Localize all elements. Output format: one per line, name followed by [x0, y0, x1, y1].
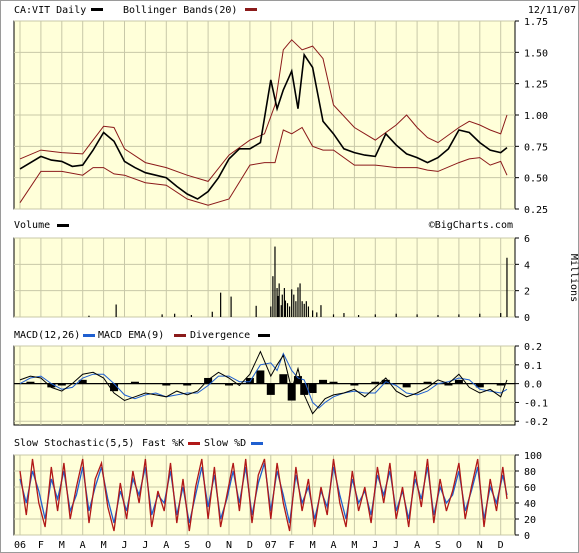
bollinger-legend-label: Bollinger Bands(20)	[123, 5, 237, 16]
month-tick-label: M	[101, 540, 107, 551]
month-tick-label: J	[372, 540, 378, 551]
month-tick-label: 07	[265, 540, 277, 551]
macd-y-tick-label: -0.2	[524, 417, 548, 428]
macd-divergence-bar	[266, 383, 275, 395]
macd-divergence-bar	[183, 383, 192, 386]
price-y-tick-label: 0.75	[524, 142, 548, 153]
macd-ema-legend-label: MACD EMA(9)	[98, 330, 164, 341]
volume-legend-label: Volume	[14, 220, 50, 231]
month-tick-label: A	[163, 540, 169, 551]
month-tick-label: N	[477, 540, 483, 551]
volume-y-tick-label: 6	[524, 234, 530, 245]
divergence-legend-swatch	[258, 334, 270, 337]
volume-y-tick-label: 4	[524, 260, 530, 271]
macd-divergence-bar	[454, 379, 463, 384]
price-y-tick-label: 0.50	[524, 174, 548, 185]
price-y-tick-label: 0.25	[524, 205, 548, 216]
month-tick-label: M	[351, 540, 357, 551]
macd-divergence-bar	[371, 381, 380, 384]
month-tick-label: A	[80, 540, 86, 551]
macd-legend-label: MACD(12,26)	[14, 330, 80, 341]
stochastic-y-tick-label: 60	[524, 483, 536, 494]
month-tick-label: F	[289, 540, 295, 551]
fast-k-legend-swatch	[188, 442, 200, 445]
chart-date: 12/11/07	[528, 5, 576, 16]
month-tick-label: J	[393, 540, 399, 551]
month-tick-label: D	[247, 540, 253, 551]
month-tick-label: O	[205, 540, 211, 551]
divergence-legend-label: Divergence	[190, 330, 250, 341]
month-tick-label: O	[456, 540, 462, 551]
stochastic-legend-label: Slow Stochastic(5,5)	[14, 438, 134, 449]
price-y-tick-label: 1.00	[524, 111, 548, 122]
month-tick-label: 06	[14, 540, 26, 551]
volume-unit-label: Millions	[568, 254, 579, 302]
slow-d-legend-label: Slow %D	[204, 438, 246, 449]
macd-divergence-bar	[57, 383, 66, 386]
macd-divergence-bar	[162, 383, 171, 386]
price-legend-swatch	[91, 8, 103, 11]
month-tick-label: A	[330, 540, 336, 551]
stochastic-y-tick-label: 100	[524, 451, 542, 462]
month-tick-label: D	[498, 540, 504, 551]
volume-plot-area	[13, 237, 516, 318]
volume-legend-swatch	[57, 224, 69, 227]
macd-divergence-bar	[319, 379, 328, 384]
macd-divergence-bar	[402, 383, 411, 388]
month-tick-label: S	[184, 540, 190, 551]
macd-y-tick-label: 0.0	[524, 380, 542, 391]
macd-divergence-bar	[279, 374, 288, 384]
slow-d-legend-swatch	[251, 442, 263, 445]
volume-y-tick-label: 2	[524, 287, 530, 298]
price-y-tick-label: 1.50	[524, 48, 548, 59]
macd-plot-area	[13, 345, 516, 426]
price-y-tick-label: 1.75	[524, 17, 548, 28]
macd-divergence-bar	[496, 383, 505, 386]
macd-divergence-bar	[308, 383, 317, 394]
macd-divergence-bar	[256, 370, 265, 384]
stochastic-y-tick-label: 40	[524, 499, 536, 510]
month-tick-label: A	[414, 540, 420, 551]
bollinger-legend-swatch	[245, 8, 257, 11]
stochastic-y-tick-label: 80	[524, 467, 536, 478]
month-tick-label: F	[38, 540, 44, 551]
macd-divergence-bar	[350, 383, 359, 386]
volume-y-tick-label: 0	[524, 313, 530, 324]
macd-divergence-bar	[130, 381, 139, 384]
month-tick-label: J	[121, 540, 127, 551]
stochastic-y-tick-label: 20	[524, 515, 536, 526]
macd-divergence-bar	[287, 383, 296, 401]
stochastic-panel: Slow Stochastic(5,5) Fast %K Slow %D 100…	[13, 438, 542, 551]
month-tick-label: J	[142, 540, 148, 551]
month-tick-label: M	[310, 540, 316, 551]
macd-ema-legend-swatch	[174, 334, 186, 337]
macd-divergence-bar	[329, 381, 338, 384]
month-tick-label: M	[59, 540, 65, 551]
month-tick-label: S	[435, 540, 441, 551]
macd-y-tick-label: 0.1	[524, 361, 542, 372]
macd-divergence-bar	[423, 381, 432, 384]
macd-divergence-bar	[26, 381, 35, 384]
macd-y-tick-label: -0.1	[524, 398, 548, 409]
fast-k-legend-label: Fast %K	[142, 438, 184, 449]
macd-y-tick-label: 0.2	[524, 342, 542, 353]
price-panel: CA:VIT Daily Bollinger Bands(20) 12/11/0…	[13, 5, 576, 231]
month-tick-label: N	[226, 540, 232, 551]
chart-canvas: CA:VIT Daily Bollinger Bands(20) 12/11/0…	[0, 0, 579, 553]
watermark: ©BigCharts.com	[429, 220, 513, 231]
stochastic-y-tick-label: 0	[524, 531, 530, 542]
price-legend-symbol: CA:VIT Daily	[14, 5, 86, 16]
price-y-tick-label: 1.25	[524, 80, 548, 91]
macd-divergence-bar	[225, 383, 233, 386]
macd-legend-swatch	[83, 334, 95, 337]
